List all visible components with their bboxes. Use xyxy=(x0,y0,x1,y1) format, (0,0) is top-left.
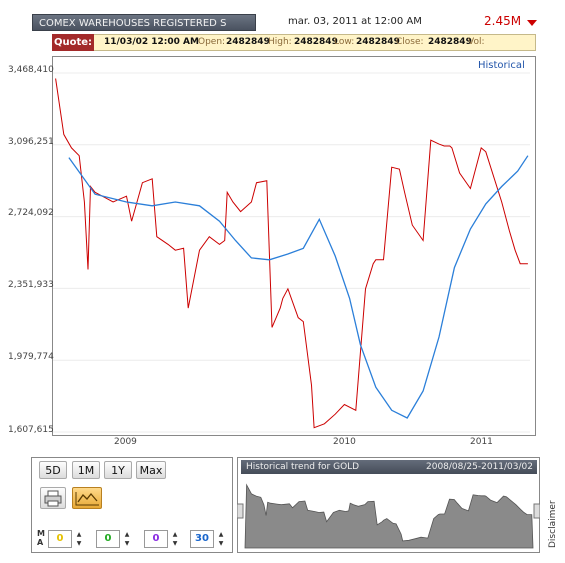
ma-field-3[interactable]: 0 xyxy=(144,530,168,548)
svg-text:Disclaimer: Disclaimer xyxy=(548,500,558,548)
period-1y-button[interactable]: 1Y xyxy=(104,461,132,479)
print-button[interactable] xyxy=(40,487,66,509)
ma-field-2[interactable]: 0 xyxy=(96,530,120,548)
period-5d-button[interactable]: 5D xyxy=(39,461,67,479)
period-1m-button[interactable]: 1M xyxy=(72,461,100,479)
left-handle[interactable] xyxy=(237,503,244,519)
moving-average-line xyxy=(68,155,529,419)
ma-label: MA xyxy=(37,529,45,547)
ma-spinner-3[interactable]: ▲ ▼ xyxy=(170,530,180,548)
navigator-chart[interactable] xyxy=(237,474,540,552)
navigator-range: 2008/08/25-2011/03/02 xyxy=(426,462,533,472)
navigator-title: Historical trend for GOLD xyxy=(246,462,360,472)
ma-spinner-1[interactable]: ▲ ▼ xyxy=(74,530,84,548)
right-handle[interactable] xyxy=(533,503,540,519)
chart-type-button[interactable] xyxy=(72,487,102,509)
printer-icon xyxy=(44,490,62,507)
line-chart-icon xyxy=(75,492,99,506)
navigator-header: Historical trend for GOLD 2008/08/25-201… xyxy=(241,460,537,474)
period-max-button[interactable]: Max xyxy=(136,461,166,479)
ma-spinner-2[interactable]: ▲ ▼ xyxy=(122,530,132,548)
ma-spinner-4[interactable]: ▲ ▼ xyxy=(216,530,226,548)
ma-field-4[interactable]: 30 xyxy=(190,530,214,548)
disclaimer-link[interactable]: Disclaimer xyxy=(545,470,559,550)
ma-field-1[interactable]: 0 xyxy=(48,530,72,548)
